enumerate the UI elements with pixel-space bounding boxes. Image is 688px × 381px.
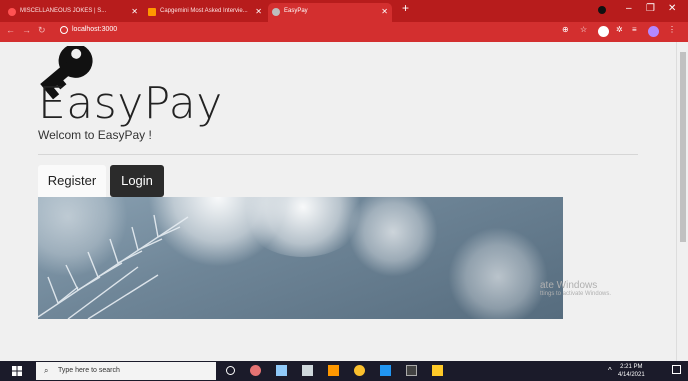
windows-taskbar: ⌕ Type here to search ^ 2:21 PM 4/14/202… [0,361,688,381]
close-tab-icon[interactable]: ✕ [131,3,138,20]
reload-icon[interactable]: ↻ [38,25,46,36]
extension-icon[interactable] [598,26,609,37]
tab-favicon-icon [148,8,156,16]
hero-image [38,197,563,319]
new-tab-button[interactable]: + [402,1,409,15]
star-icon[interactable]: ☆ [580,25,587,34]
divider [38,154,638,155]
folder-icon[interactable] [432,365,443,376]
browser-tab-strip: MISCELLANEOUS JOKES | S... ✕ Capgemini M… [0,0,688,22]
frost-branch [38,214,189,319]
maximize-button[interactable]: ❐ [646,3,655,14]
search-icon: ⌕ [44,366,49,375]
vscode-icon[interactable] [380,365,391,376]
bokeh-light [448,227,548,319]
address-bar: ← → ↻ localhost:3000 ⊕ ☆ ✲ ≡ ⋮ [0,22,688,42]
taskbar-clock[interactable]: 2:21 PM 4/14/2021 [618,363,645,379]
page-scrollbar[interactable] [676,42,688,361]
cortana-icon[interactable] [226,366,235,375]
chrome-icon[interactable] [354,365,365,376]
tab-capgemini[interactable]: Capgemini Most Asked Intervie... ✕ [144,3,266,22]
close-tab-icon[interactable]: ✕ [255,3,262,20]
tray-chevron-icon[interactable]: ^ [608,366,612,375]
windows-start-icon[interactable] [12,366,22,376]
vlc-icon[interactable] [328,365,339,376]
taskbar-search-box[interactable]: ⌕ Type here to search [36,362,216,380]
close-tab-icon[interactable]: ✕ [381,3,388,20]
zoom-icon[interactable]: ⊕ [562,25,569,34]
url-field[interactable]: localhost:3000 [72,26,117,33]
back-icon[interactable]: ← [6,25,15,35]
profile-avatar[interactable] [648,26,659,37]
close-window-button[interactable]: ✕ [668,3,676,14]
terminal-icon[interactable] [406,365,417,376]
tab-favicon-icon [272,8,280,16]
info-icon[interactable] [60,26,68,34]
file-explorer-icon[interactable] [276,365,287,376]
forward-icon[interactable]: → [22,25,31,35]
login-button[interactable]: Login [110,165,164,197]
bokeh-light [348,197,438,277]
notification-icon[interactable] [672,365,681,374]
media-icon[interactable] [302,365,313,376]
page-title: EasyPay [38,78,223,129]
recording-icon [598,6,606,14]
activate-windows-watermark: ate Windows ttings to activate Windows. [540,280,612,297]
menu-icon[interactable]: ⋮ [668,25,676,34]
minimize-button[interactable]: – [626,3,632,14]
scrollbar-thumb[interactable] [680,52,686,242]
tab-favicon-icon [8,8,16,16]
puzzle-icon[interactable]: ✲ [616,25,623,34]
tab-easypay[interactable]: EasyPay ✕ [268,3,392,22]
playlist-icon[interactable]: ≡ [632,25,637,34]
register-button[interactable]: Register [38,165,106,197]
page-subtitle: Welcom to EasyPay ! [38,128,152,142]
obs-icon[interactable] [250,365,261,376]
tab-miscellaneous-jokes[interactable]: MISCELLANEOUS JOKES | S... ✕ [4,3,142,22]
